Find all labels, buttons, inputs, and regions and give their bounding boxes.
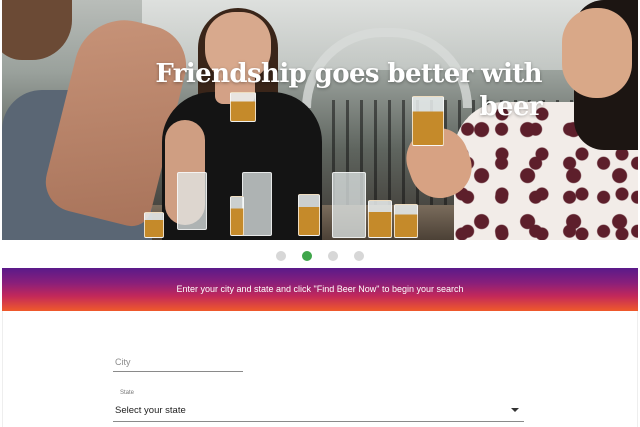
instruction-banner: Enter your city and state and click "Fin…: [2, 268, 638, 311]
beer-glass: [394, 204, 418, 238]
state-select[interactable]: Select your state: [113, 402, 524, 422]
person-right-face: [562, 8, 632, 98]
city-field: [113, 352, 243, 372]
carousel-dot-4[interactable]: [354, 251, 364, 261]
city-input[interactable]: [113, 357, 243, 367]
instruction-text: Enter your city and state and click "Fin…: [176, 284, 464, 294]
state-label: State: [120, 390, 135, 396]
beer-glass: [368, 200, 392, 238]
hero-title: Friendship goes better with beer: [155, 59, 542, 122]
water-glass: [332, 172, 366, 238]
dropdown-arrow-icon: [511, 408, 519, 412]
carousel-dot-1[interactable]: [276, 251, 286, 261]
beer-glass: [230, 196, 244, 236]
carousel-dot-3[interactable]: [328, 251, 338, 261]
carousel-dot-2[interactable]: [302, 251, 312, 261]
state-selected-value: Select your state: [115, 405, 186, 416]
person-left-head: [2, 0, 72, 60]
water-glass: [177, 172, 207, 230]
carousel-dots: [0, 251, 640, 261]
beer-glass: [144, 212, 164, 238]
water-glass: [242, 172, 272, 236]
beer-glass: [298, 194, 320, 236]
hero-carousel-image: Friendship goes better with beer: [2, 0, 638, 240]
